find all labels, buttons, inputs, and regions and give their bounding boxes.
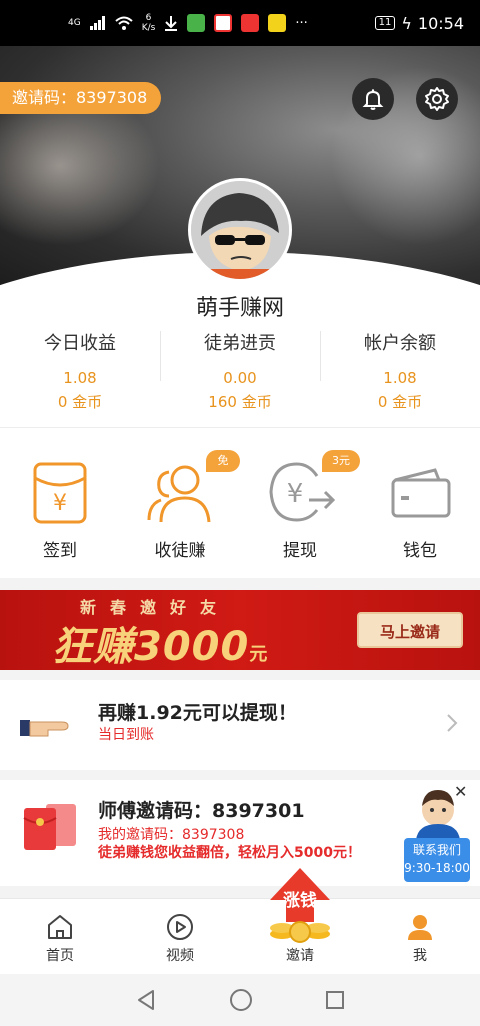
contact-hours: 9:30-18:00 [404, 861, 470, 875]
pointing-hand-icon [20, 720, 69, 737]
bottom-tab-bar: 首页 视频 邀请 我 [0, 898, 480, 974]
stat-coins: 160 金币 [208, 393, 272, 411]
red-envelopes-icon [23, 804, 76, 850]
withdraw-progress-subtitle: 当日到账 [98, 727, 154, 743]
new-year-invite-banner[interactable]: 新春邀好友 狂赚3000元 马上邀请 [0, 590, 480, 670]
tab-video[interactable]: 视频 [120, 899, 240, 974]
signal-icon [89, 16, 105, 30]
gear-icon [425, 87, 449, 111]
tab-home[interactable]: 首页 [0, 899, 120, 974]
system-navigation-bar [0, 974, 480, 1026]
contact-us-button[interactable]: 联系我们 9:30-18:00 [404, 838, 470, 882]
clock: 10:54 [417, 13, 464, 33]
banner-main-text: 狂赚3000元 [52, 614, 268, 670]
contact-label: 联系我们 [412, 843, 461, 857]
tab-me[interactable]: 我 [360, 899, 480, 974]
tab-label: 我 [413, 948, 427, 964]
stat-apprentice-tribute[interactable]: 徒弟进贡 0.00 160 金币 [160, 325, 320, 415]
speed-unit: K/s [141, 23, 156, 33]
stat-value: 1.08 [63, 369, 97, 387]
stat-account-balance[interactable]: 帐户余额 1.08 0 金币 [320, 325, 480, 415]
app-screen: 4G 6 K/s ··· 11 ϟ 10:54 邀请码：8397308 萌手赚网… [0, 0, 480, 1026]
tab-label: 视频 [166, 948, 194, 964]
free-reward-tag: 免费奖励 [206, 450, 240, 533]
mentor-invite-code: 师傅邀请码：8397301 [98, 800, 305, 822]
grid-item-signin[interactable]: ¥ 签到 [0, 428, 120, 578]
wallet-icon [391, 468, 451, 518]
svg-text:¥: ¥ [53, 491, 67, 516]
mentor-promo-text: 徒弟赚钱您收益翻倍，轻松月入5000元！ [98, 845, 361, 861]
profile-icon [408, 915, 432, 940]
wifi-icon [115, 16, 133, 30]
grid-label: 提现 [283, 541, 317, 561]
news-app-icon [268, 14, 287, 32]
network-type: 4G [68, 17, 81, 28]
username: 萌手赚网 [195, 296, 284, 321]
stat-today-earnings[interactable]: 今日收益 1.08 0 金币 [0, 325, 160, 415]
home-circle-icon[interactable] [229, 988, 253, 1012]
withdraw-progress-card[interactable]: 再赚1.92元可以提现！ 当日到账 [0, 680, 480, 770]
speed-value: 6 [145, 13, 152, 23]
notification-button[interactable] [352, 78, 394, 120]
home-icon [48, 915, 72, 939]
tab-label: 首页 [46, 948, 74, 964]
settings-button[interactable] [416, 78, 458, 120]
invite-code-pill[interactable]: 邀请码：8397308 [0, 82, 162, 114]
contact-close-button[interactable]: ✕ [454, 782, 467, 801]
invite-rocket-icon[interactable]: 涨钱 [262, 866, 338, 948]
grid-label: 签到 [43, 541, 77, 561]
stat-value: 1.08 [383, 369, 417, 387]
stat-coins: 0 金币 [57, 393, 103, 411]
stock-app-icon [214, 14, 233, 32]
avatar[interactable] [188, 178, 292, 282]
signin-envelope-icon: ¥ [33, 462, 87, 524]
invite-now-button[interactable]: 马上邀请 [357, 612, 463, 648]
bell-icon [362, 89, 384, 110]
stat-label: 今日收益 [44, 333, 116, 354]
grid-label: 收徒赚 [154, 541, 206, 561]
status-bar: 4G 6 K/s ··· 11 ϟ 10:54 [0, 0, 480, 46]
more-notifications-icon: ··· [295, 15, 308, 31]
stat-coins: 0 金币 [377, 393, 423, 411]
banner-amount: 狂赚3000 [52, 624, 250, 670]
video-play-icon [167, 914, 193, 940]
recruit-users-icon [147, 465, 211, 523]
status-right: 11 ϟ 10:54 [374, 13, 464, 33]
app-notification-icon [187, 14, 206, 32]
stats-row: 今日收益 1.08 0 金币 徒弟进贡 0.00 160 金币 帐户余额 1.0… [0, 325, 480, 415]
back-icon[interactable] [135, 989, 157, 1011]
trend-app-icon [241, 14, 260, 32]
grid-item-withdraw[interactable]: ¥ 3元提现 提现 [240, 428, 360, 578]
avatar-cartoon-image [191, 181, 289, 279]
stat-label: 徒弟进贡 [204, 333, 276, 354]
feature-grid: ¥ 签到 免费奖励 收徒赚 ¥ 3元提现 提现 钱包 [0, 428, 480, 578]
chevron-right-icon [447, 714, 458, 732]
recents-icon[interactable] [325, 990, 345, 1010]
banner-unit: 元 [249, 644, 269, 665]
grid-item-recruit[interactable]: 免费奖励 收徒赚 [120, 428, 240, 578]
grid-label: 钱包 [403, 541, 437, 561]
withdraw-progress-title: 再赚1.92元可以提现！ [98, 702, 297, 724]
svg-text:¥: ¥ [287, 479, 304, 509]
stat-label: 帐户余额 [364, 333, 436, 354]
stat-value: 0.00 [223, 369, 257, 387]
invite-badge-text: 涨钱 [283, 890, 317, 911]
charging-icon: ϟ [401, 13, 412, 33]
battery-icon: 11 [374, 16, 396, 30]
tab-label: 邀请 [286, 948, 314, 964]
status-left: 4G 6 K/s ··· [68, 13, 308, 33]
withdraw-3yuan-tag: 3元提现 [322, 450, 360, 489]
network-speed: 6 K/s [142, 13, 156, 33]
download-icon [165, 16, 178, 31]
my-invite-code: 我的邀请码：8397308 [98, 827, 245, 843]
grid-item-wallet[interactable]: 钱包 [360, 428, 480, 578]
